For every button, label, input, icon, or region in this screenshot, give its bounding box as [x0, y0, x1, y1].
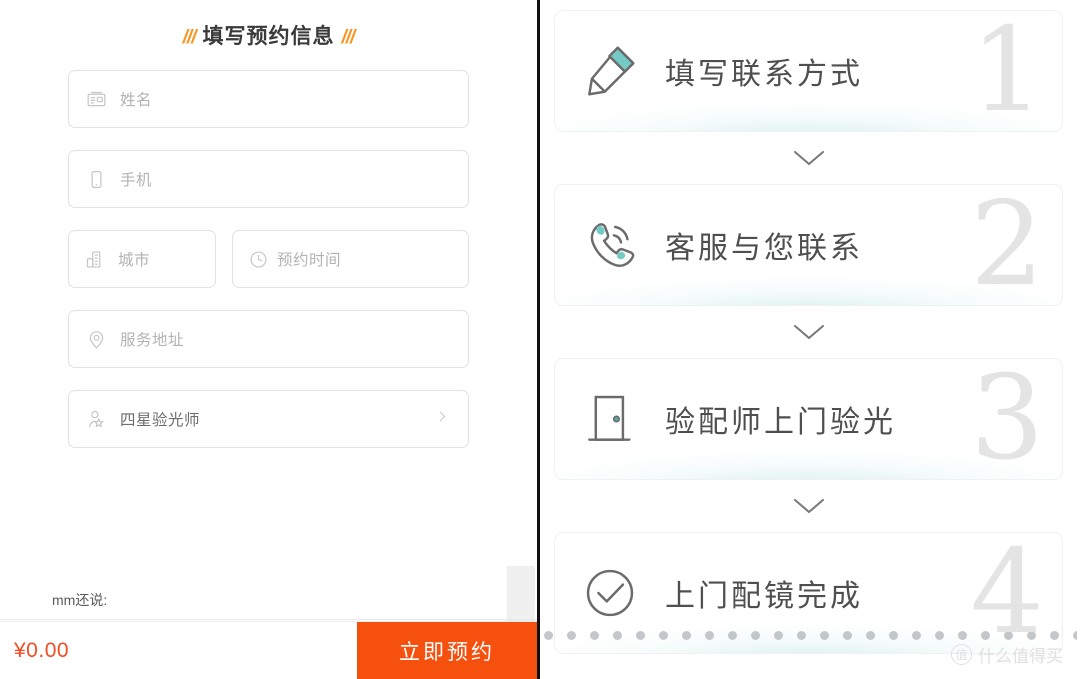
- separator-dot: [774, 630, 783, 640]
- separator-dot: [912, 630, 921, 640]
- step-number-4: 4: [970, 532, 1044, 654]
- city-time-row: 城市 预约时间: [68, 230, 469, 288]
- scroll-hint-block: [507, 566, 535, 622]
- step-card-1: 填写联系方式 1: [554, 10, 1063, 132]
- connector-3: [554, 480, 1063, 532]
- form-fields: 姓名 手机 城市 预约时间 服务地址 四星验光师: [0, 70, 537, 448]
- separator-dot: [659, 630, 668, 640]
- separator-dot: [613, 630, 622, 640]
- app-screen: /// 填写预约信息 /// 姓名 手机 城市 预约时间 服务地址 四星验光师 mm…: [0, 0, 1080, 679]
- step-label-1: 填写联系方式: [665, 58, 863, 91]
- step-label-4: 上门配镜完成: [665, 580, 863, 613]
- total-price: ¥0.00: [14, 638, 70, 662]
- phone-call-icon: [555, 214, 665, 276]
- separator-dot: [843, 630, 852, 640]
- title-slash-left: ///: [182, 27, 197, 48]
- appointment-time-field[interactable]: 预约时间: [232, 230, 469, 288]
- clock-icon: [247, 248, 269, 270]
- service-address-placeholder: 服务地址: [120, 332, 185, 349]
- separator-dot: [797, 630, 806, 640]
- booking-form-panel: /// 填写预约信息 /// 姓名 手机 城市 预约时间 服务地址 四星验光师 mm…: [0, 0, 540, 679]
- optician-selector-field[interactable]: 四星验光师: [68, 390, 469, 448]
- step-number-2: 2: [970, 184, 1044, 306]
- separator-dot: [682, 630, 691, 640]
- step-number-3: 3: [970, 358, 1044, 480]
- separator-dot: [958, 630, 967, 640]
- process-steps-panel: 填写联系方式 1 客服与您联系 2 验配师上门验光 3 上门配镜完成 4 值 什…: [540, 0, 1077, 679]
- separator-dot: [544, 630, 553, 640]
- mobile-icon: [85, 168, 107, 190]
- city-field[interactable]: 城市: [68, 230, 216, 288]
- page-title: /// 填写预约信息 ///: [0, 20, 537, 50]
- connector-2: [554, 306, 1063, 358]
- step-label-3: 验配师上门验光: [665, 406, 896, 439]
- city-field-placeholder: 城市: [118, 252, 151, 269]
- check-circle-icon: [555, 562, 665, 624]
- pencil-icon: [555, 40, 665, 102]
- separator-dot: [636, 630, 645, 640]
- separator-dot: [866, 630, 875, 640]
- location-pin-icon: [85, 328, 107, 350]
- title-text: 填写预约信息: [202, 25, 335, 48]
- chevron-right-icon: [434, 409, 450, 430]
- optician-value: 四星验光师: [120, 412, 201, 429]
- submit-booking-button[interactable]: 立即预约: [357, 622, 537, 679]
- separator-dot: [820, 630, 829, 640]
- separator-dot: [1050, 630, 1059, 640]
- separator-dot: [751, 630, 760, 640]
- note-label: mm还说:: [52, 592, 108, 608]
- connector-1: [554, 132, 1063, 184]
- id-card-icon: [85, 88, 107, 110]
- phone-field[interactable]: 手机: [68, 150, 469, 208]
- separator-dot: [935, 630, 944, 640]
- separator-dot: [705, 630, 714, 640]
- step-label-2: 客服与您联系: [665, 232, 863, 265]
- name-field[interactable]: 姓名: [68, 70, 469, 128]
- title-slash-right: ///: [341, 27, 356, 48]
- service-address-field[interactable]: 服务地址: [68, 310, 469, 368]
- separator-dot: [567, 630, 576, 640]
- name-field-placeholder: 姓名: [120, 92, 153, 109]
- step-number-1: 1: [970, 10, 1044, 132]
- appointment-time-placeholder: 预约时间: [277, 252, 342, 269]
- door-icon: [555, 388, 665, 450]
- divider-line: [0, 619, 537, 620]
- phone-field-placeholder: 手机: [120, 172, 153, 189]
- step-card-2: 客服与您联系 2: [554, 184, 1063, 306]
- step-card-3: 验配师上门验光 3: [554, 358, 1063, 480]
- separator-dot: [590, 630, 599, 640]
- separator-dot: [728, 630, 737, 640]
- bottom-action-bar: ¥0.00 立即预约: [0, 621, 537, 679]
- watermark-logo-icon: 值: [951, 644, 972, 665]
- person-star-icon: [85, 408, 107, 430]
- separator-dot: [1073, 630, 1077, 640]
- separator-dot: [889, 630, 898, 640]
- building-icon: [83, 248, 105, 270]
